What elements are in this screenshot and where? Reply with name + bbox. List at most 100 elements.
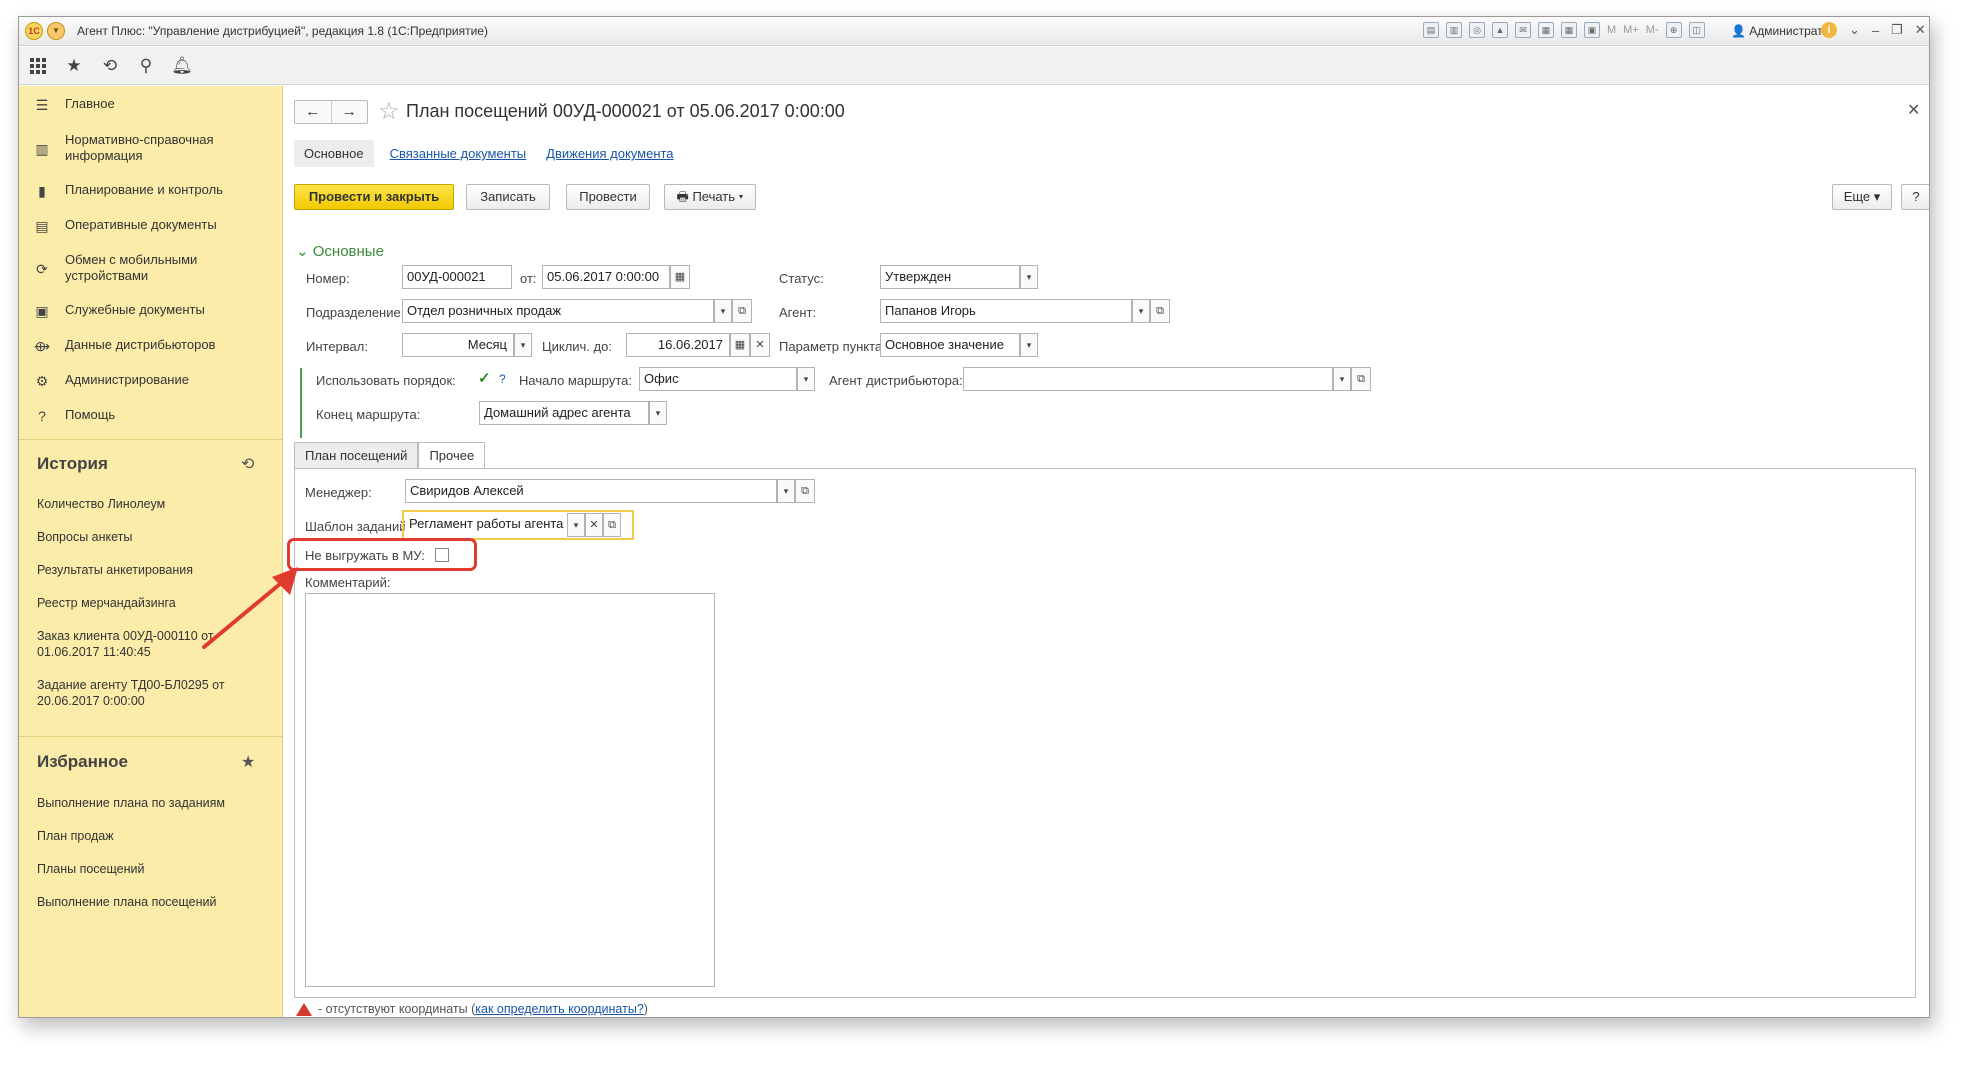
search-icon[interactable]: ⚲	[135, 55, 157, 77]
sidebar-divider	[19, 736, 283, 737]
spreadsheet-icon[interactable]: ▦	[1538, 22, 1554, 38]
cyclic-label: Циклич. до:	[542, 339, 612, 354]
history-item[interactable]: Количество Линолеум	[37, 496, 165, 512]
favorite-item[interactable]: План продаж	[37, 828, 114, 844]
save-icon[interactable]: ▤	[1423, 22, 1439, 38]
route-end-field[interactable]: Домашний адрес агента	[479, 401, 649, 425]
section-main[interactable]: ⌄ Основные	[296, 242, 384, 260]
template-field[interactable]: Регламент работы агента	[405, 513, 567, 537]
tab-other[interactable]: Прочее	[418, 442, 486, 469]
department-label: Подразделение:	[306, 305, 405, 320]
template-open-icon[interactable]: ⧉	[603, 513, 621, 537]
printer-icon: 🖶︎	[676, 189, 689, 204]
annotation-arrow-icon	[202, 567, 298, 649]
department-field[interactable]: Отдел розничных продаж	[402, 299, 714, 323]
history-item[interactable]: Задание агенту ТД00-БЛ0295 от 20.06.2017…	[37, 677, 247, 709]
calculator-icon[interactable]: ▣	[1584, 22, 1600, 38]
print-icon[interactable]: ▥	[1446, 22, 1462, 38]
zoom-icon[interactable]: ⊕	[1665, 22, 1682, 38]
favorite-item[interactable]: Выполнение плана по заданиям	[37, 795, 225, 811]
interval-field[interactable]: Месяц	[402, 333, 514, 357]
tab-main[interactable]: Основное	[294, 140, 374, 167]
comment-textarea[interactable]	[305, 593, 715, 987]
tab-movements[interactable]: Движения документа	[542, 140, 677, 167]
post-button[interactable]: Провести	[566, 184, 650, 210]
memory-m-button[interactable]: M	[1607, 24, 1616, 36]
forward-arrow-icon[interactable]: →	[332, 101, 368, 123]
upload-icon[interactable]: ▲	[1492, 22, 1508, 38]
back-arrow-icon[interactable]: ←	[295, 101, 332, 123]
panels-icon[interactable]: ◫	[1688, 22, 1705, 38]
agent-label: Агент:	[779, 305, 817, 320]
info-icon[interactable]: i	[1821, 22, 1837, 38]
1c-logo-icon[interactable]: 1С	[25, 22, 43, 40]
calendar-icon[interactable]: ▦	[730, 333, 750, 357]
manager-dropdown-icon[interactable]: ▾	[777, 479, 795, 503]
favorite-star-icon[interactable]: ☆	[378, 97, 400, 126]
memory-mplus-button[interactable]: M+	[1623, 24, 1639, 36]
favorite-item[interactable]: Выполнение плана посещений	[37, 894, 216, 910]
coordinates-help-link[interactable]: как определить координаты?	[475, 1002, 644, 1016]
tab-panel-other: Менеджер: Свиридов Алексей ▾ ⧉ Шаблон за…	[287, 468, 1916, 998]
comment-label: Комментарий:	[305, 575, 391, 590]
department-dropdown-icon[interactable]: ▾	[714, 299, 732, 323]
history-item[interactable]: Реестр мерчандайзинга	[37, 595, 176, 611]
restore-icon[interactable]: ❐	[1891, 22, 1903, 38]
inner-tabs: План посещений Прочее	[294, 442, 486, 469]
more-button[interactable]: Еще ▾	[1832, 184, 1892, 210]
manager-field[interactable]: Свиридов Алексей	[405, 479, 777, 503]
distributor-agent-open-icon[interactable]: ⧉	[1351, 367, 1371, 391]
use-order-checkbox[interactable]: ✓	[478, 371, 494, 387]
calendar-icon[interactable]: ▦	[1561, 22, 1577, 38]
template-clear-icon[interactable]: ✕	[585, 513, 603, 537]
help-button[interactable]: ?	[1901, 184, 1929, 210]
help-question-icon[interactable]: ?	[499, 372, 506, 386]
main-menu-dropdown-icon[interactable]: ▼	[47, 22, 65, 40]
favorites-star-icon[interactable]: ★	[241, 752, 255, 772]
route-start-dropdown-icon[interactable]: ▾	[797, 367, 815, 391]
no-upload-checkbox[interactable]	[435, 548, 449, 562]
clear-icon[interactable]: ✕	[750, 333, 770, 357]
agent-open-icon[interactable]: ⧉	[1150, 299, 1170, 323]
close-window-icon[interactable]: ✕	[1915, 22, 1926, 38]
point-param-dropdown-icon[interactable]: ▾	[1020, 333, 1038, 357]
history-clock-icon[interactable]: ⟲	[241, 454, 254, 474]
distributor-agent-field[interactable]	[963, 367, 1333, 391]
send-icon[interactable]: ✉	[1515, 22, 1531, 38]
manager-open-icon[interactable]: ⧉	[795, 479, 815, 503]
minimize-icon[interactable]: –	[1872, 23, 1879, 38]
point-param-field[interactable]: Основное значение	[880, 333, 1020, 357]
save-button[interactable]: Записать	[466, 184, 550, 210]
memory-mminus-button[interactable]: M-	[1646, 24, 1659, 36]
bell-icon[interactable]: 🔔︎	[171, 55, 193, 77]
department-open-icon[interactable]: ⧉	[732, 299, 752, 323]
template-dropdown-icon[interactable]: ▾	[567, 513, 585, 537]
tab-visit-plan[interactable]: План посещений	[294, 442, 419, 469]
tab-related-docs[interactable]: Связанные документы	[386, 140, 531, 167]
history-item[interactable]: Результаты анкетирования	[37, 562, 193, 578]
print-button[interactable]: 🖶︎ Печать ▾	[664, 184, 756, 210]
status-field[interactable]: Утвержден	[880, 265, 1020, 289]
status-dropdown-icon[interactable]: ▾	[1020, 265, 1038, 289]
route-end-dropdown-icon[interactable]: ▾	[649, 401, 667, 425]
cyclic-date-field[interactable]: 16.06.2017	[626, 333, 730, 357]
distributor-agent-dropdown-icon[interactable]: ▾	[1333, 367, 1351, 391]
history-icon[interactable]: ⟲	[99, 55, 121, 77]
close-icon[interactable]: ✕	[1907, 100, 1920, 120]
interval-dropdown-icon[interactable]: ▾	[514, 333, 532, 357]
agent-dropdown-icon[interactable]: ▾	[1132, 299, 1150, 323]
warning-icon	[296, 1003, 312, 1016]
date-field[interactable]: 05.06.2017 0:00:00	[542, 265, 670, 289]
post-and-close-button[interactable]: Провести и закрыть	[294, 184, 454, 210]
apps-grid-icon[interactable]	[27, 55, 49, 77]
history-item[interactable]: Вопросы анкеты	[37, 529, 132, 545]
agent-field[interactable]: Папанов Игорь	[880, 299, 1132, 323]
chevron-down-icon[interactable]: ⌄	[1849, 22, 1860, 38]
favorites-star-icon[interactable]: ★	[63, 55, 85, 77]
title-bar: 1С ▼ Агент Плюс: "Управление дистрибуцие…	[19, 17, 1929, 46]
number-field[interactable]: 00УД-000021	[402, 265, 512, 289]
preview-icon[interactable]: ◎	[1469, 22, 1485, 38]
route-start-field[interactable]: Офис	[639, 367, 797, 391]
calendar-icon[interactable]: ▦	[670, 265, 690, 289]
favorite-item[interactable]: Планы посещений	[37, 861, 144, 877]
